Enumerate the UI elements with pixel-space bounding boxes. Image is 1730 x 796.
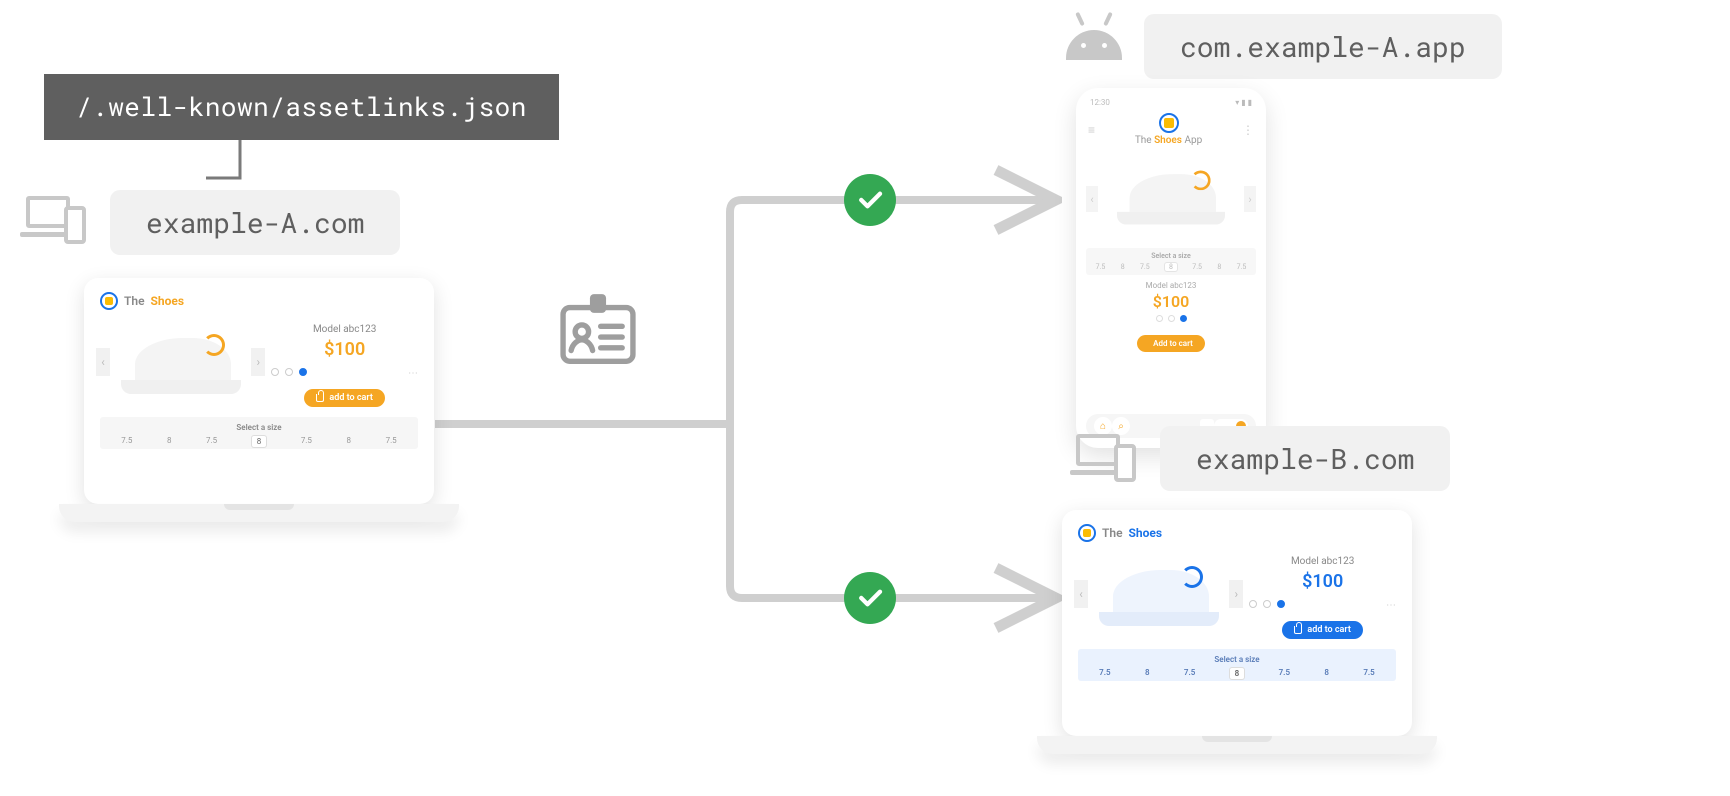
chevron-right-icon[interactable]: › <box>1244 186 1256 212</box>
checkmark-icon <box>844 572 896 624</box>
hamburger-icon[interactable]: ≡ <box>1088 123 1095 137</box>
add-to-cart-button[interactable]: add to cart <box>304 389 384 407</box>
chevron-left-icon[interactable]: ‹ <box>1074 580 1088 608</box>
id-badge-icon <box>555 286 641 372</box>
cart-icon <box>1294 626 1302 634</box>
color-swatches[interactable] <box>1086 315 1256 322</box>
brand-the: The <box>1102 526 1123 540</box>
size-selector[interactable]: Select a size 7.58 7.58 7.58 7.5 <box>1078 649 1396 681</box>
shoe-image <box>1099 556 1219 626</box>
size-selector[interactable]: Select a size 7.58 7.58 7.58 7.5 <box>100 417 418 449</box>
product-price: $100 <box>1249 571 1396 592</box>
brand-name: Shoes <box>1129 526 1163 540</box>
shop-logo-icon <box>1078 524 1096 542</box>
phone-app-mock: 12:30 ▾ ▮ ▮ ≡ The Shoes App ⋮ ‹ › Select… <box>1076 88 1266 448</box>
size-selector[interactable]: Select a size 7.587.5 8 7.587.5 <box>1086 248 1256 275</box>
devices-icon <box>1076 430 1146 486</box>
add-to-cart-button[interactable]: Add to cart <box>1137 335 1205 352</box>
brand-name: Shoes <box>151 294 185 308</box>
product-model: Model abc123 <box>271 324 418 335</box>
product-model: Model abc123 <box>1086 281 1256 290</box>
product-gallery: ‹ › <box>1078 550 1239 639</box>
cart-label: add to cart <box>1307 625 1350 635</box>
site-a-label: example-A.com <box>110 190 400 255</box>
brand-the: The <box>124 294 145 308</box>
product-price: $100 <box>1086 292 1256 311</box>
size-title: Select a size <box>104 423 414 432</box>
menu-dots-icon[interactable]: ⋮ <box>1242 123 1254 137</box>
product-gallery: ‹ › <box>100 318 261 407</box>
app-package-label: com.example-A.app <box>1144 14 1502 79</box>
cart-icon <box>316 394 324 402</box>
laptop-site-a: The Shoes ‹ › Model abc123 $100 ⋯ <box>84 278 434 522</box>
devices-icon <box>26 192 96 248</box>
assetlinks-path-label: /.well-known/assetlinks.json <box>44 74 559 140</box>
chevron-right-icon[interactable]: › <box>251 348 265 376</box>
shoe-image <box>1117 162 1225 225</box>
product-model: Model abc123 <box>1249 556 1396 567</box>
size-title: Select a size <box>1082 655 1392 664</box>
shop-logo-icon <box>1159 113 1179 133</box>
add-to-cart-button[interactable]: add to cart <box>1282 621 1362 639</box>
chevron-left-icon[interactable]: ‹ <box>1086 186 1098 212</box>
shoe-image <box>121 324 241 394</box>
status-time: 12:30 <box>1090 98 1110 107</box>
size-title: Select a size <box>1088 252 1254 260</box>
color-swatches[interactable]: ⋯ <box>271 368 418 379</box>
color-swatches[interactable]: ⋯ <box>1249 600 1396 611</box>
product-price: $100 <box>271 339 418 360</box>
shop-logo-icon <box>100 292 118 310</box>
cart-label: Add to cart <box>1153 339 1193 348</box>
laptop-site-b: The Shoes ‹ › Model abc123 $100 ⋯ <box>1062 510 1412 754</box>
cart-label: add to cart <box>329 393 372 403</box>
status-icons: ▾ ▮ ▮ <box>1235 98 1252 107</box>
android-icon <box>1066 20 1122 60</box>
chevron-right-icon[interactable]: › <box>1229 580 1243 608</box>
phone-status-bar: 12:30 ▾ ▮ ▮ <box>1086 96 1256 113</box>
checkmark-icon <box>844 174 896 226</box>
app-title: The Shoes App <box>1135 135 1202 146</box>
chevron-left-icon[interactable]: ‹ <box>96 348 110 376</box>
product-gallery: ‹ › <box>1086 158 1256 244</box>
site-b-label: example-B.com <box>1160 426 1450 491</box>
